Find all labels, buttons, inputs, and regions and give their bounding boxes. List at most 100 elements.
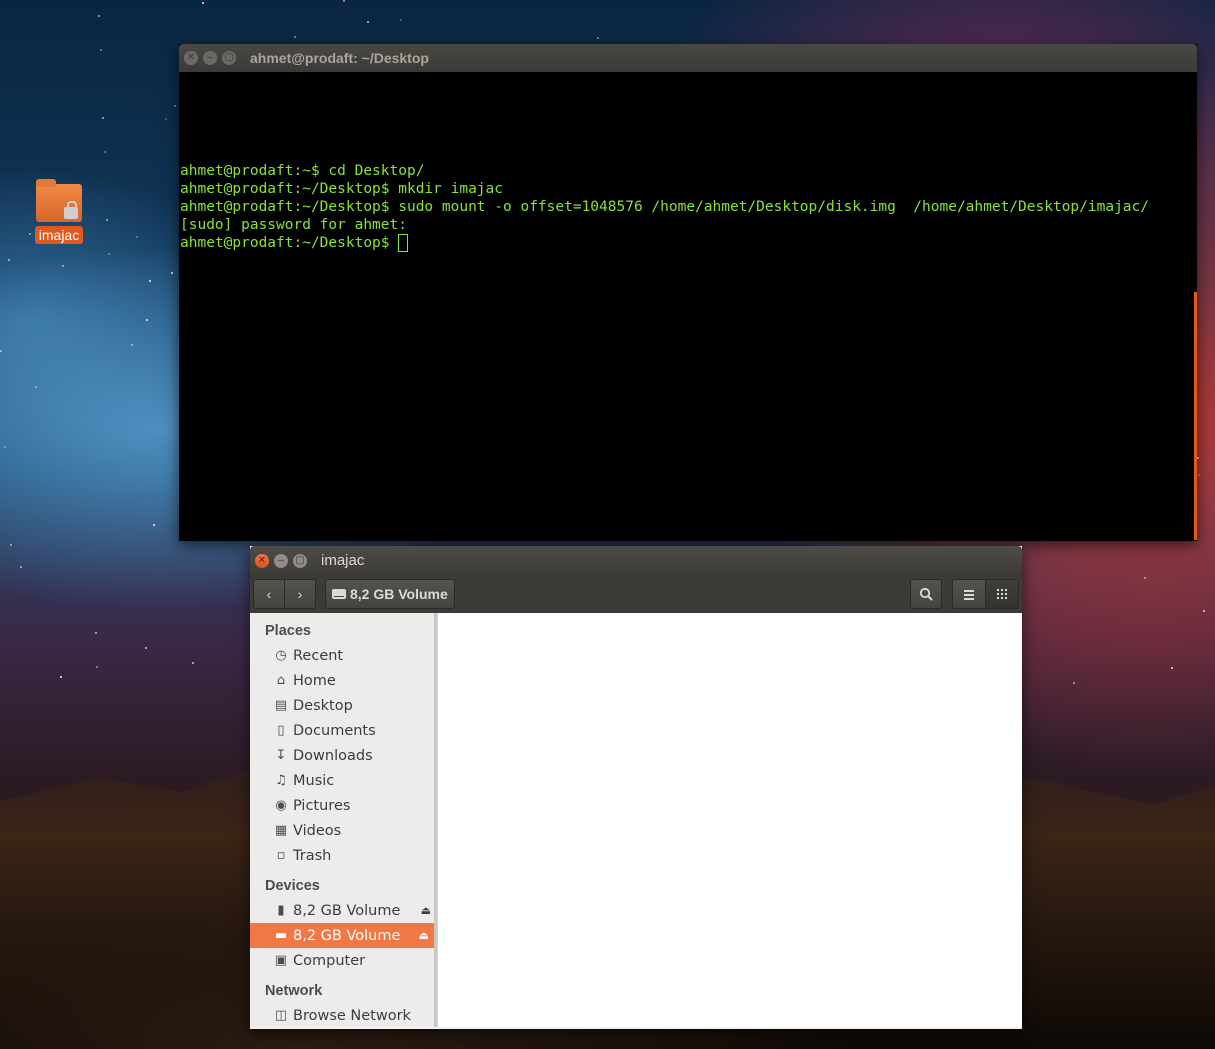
eject-icon[interactable]: ⏏ [421,904,431,917]
star-decoration [146,319,148,321]
star-decoration [1197,457,1199,459]
search-icon [919,587,933,601]
minimize-button[interactable]: – [274,553,288,568]
sidebar-item-home[interactable]: ⌂ Home [250,668,437,693]
chevron-left-icon: ‹ [266,586,272,602]
terminal-cursor [398,234,409,252]
terminal-prompt: ahmet@prodaft:~/Desktop$ [180,235,399,251]
sidebar-item-recent[interactable]: ◷ Recent [250,643,437,668]
desktop-icon-label: imajac [34,226,84,244]
sidebar-item-usb-volume[interactable]: ▮ 8,2 GB Volume ⏏ [250,898,437,923]
file-manager-window[interactable]: ✕ – ▢ imajac ‹ › 8,2 GB Volume Places ◷ … [250,546,1022,1029]
usb-drive-icon: ▮ [277,903,285,918]
sidebar: Places ◷ Recent ⌂ Home ▤ Desktop ▯ Documents… [250,613,438,1027]
star-decoration [1073,682,1075,684]
star-decoration [400,19,402,21]
star-decoration [100,49,102,51]
grid-icon [997,589,1007,599]
terminal-output[interactable]: ahmet@prodaft:~$ cd Desktop/ahmet@prodaf… [179,72,1197,252]
desktop-folder-imajac[interactable]: imajac [32,179,86,245]
chevron-right-icon: › [297,586,303,602]
sidebar-item-documents[interactable]: ▯ Documents [250,718,437,743]
maximize-button[interactable]: ▢ [293,553,307,568]
camera-icon: ◉ [275,798,287,813]
maximize-button[interactable]: ▢ [222,51,236,65]
folder-icon: ▤ [274,698,288,713]
terminal-titlebar[interactable]: ✕ – ▢ ahmet@prodaft: ~/Desktop [179,44,1197,72]
back-button[interactable]: ‹ [253,579,285,609]
star-decoration [102,117,104,119]
star-decoration [294,36,296,38]
terminal-line: ahmet@prodaft:~/Desktop$ mkdir imajac [180,181,504,197]
sidebar-item-downloads[interactable]: ↧ Downloads [250,743,437,768]
terminal-scrollbar[interactable] [1194,292,1197,540]
star-decoration [145,647,147,649]
clock-icon: ◷ [275,648,287,663]
star-decoration [10,544,12,546]
sidebar-heading-devices: Devices [265,878,320,894]
search-button[interactable] [910,579,942,609]
star-decoration [1144,577,1146,579]
terminal-line: [sudo] password for ahmet: [180,217,407,233]
list-view-button[interactable] [952,579,986,609]
music-icon: ♫ [275,773,287,788]
star-decoration [96,666,98,668]
star-decoration [171,272,173,274]
harddisk-icon [332,589,346,599]
minimize-button[interactable]: – [203,51,217,65]
star-decoration [95,632,97,634]
sidebar-item-videos[interactable]: ▦ Videos [250,818,437,843]
star-decoration [136,236,138,238]
star-decoration [20,566,22,568]
star-decoration [35,386,37,388]
path-bar-label: 8,2 GB Volume [350,586,448,602]
harddisk-icon: ▬ [274,928,288,943]
star-decoration [98,15,100,17]
terminal-line: ahmet@prodaft:~/Desktop$ sudo mount -o o… [180,199,1150,215]
sidebar-item-music[interactable]: ♫ Music [250,768,437,793]
sidebar-scrollbar[interactable] [434,613,437,1027]
star-decoration [106,219,108,221]
sidebar-item-trash[interactable]: ▫ Trash [250,843,437,868]
star-decoration [29,233,31,235]
close-button[interactable]: ✕ [184,51,198,65]
close-button[interactable]: ✕ [255,553,269,568]
trash-icon: ▫ [276,848,286,863]
sidebar-item-volume-selected[interactable]: ▬ 8,2 GB Volume ⏏ [250,923,435,948]
star-decoration [60,676,62,678]
path-bar-volume-button[interactable]: 8,2 GB Volume [325,579,455,609]
sidebar-item-desktop[interactable]: ▤ Desktop [250,693,437,718]
eject-icon[interactable]: ⏏ [419,929,429,942]
file-manager-titlebar[interactable]: ✕ – ▢ imajac [250,546,1022,575]
star-decoration [597,37,599,39]
star-decoration [1171,667,1173,669]
star-decoration [202,2,204,4]
star-decoration [8,259,10,261]
star-decoration [192,662,194,664]
star-decoration [104,151,106,153]
terminal-line: ahmet@prodaft:~$ cd Desktop/ [180,163,425,179]
forward-button[interactable]: › [285,579,316,609]
star-decoration [1203,610,1205,612]
sidebar-item-computer[interactable]: ▣ Computer [250,948,437,973]
star-decoration [165,118,167,120]
film-icon: ▦ [274,823,288,838]
file-manager-toolbar: ‹ › 8,2 GB Volume [250,575,1022,613]
star-decoration [367,21,369,23]
download-icon: ↧ [275,748,287,763]
file-manager-title: imajac [321,552,365,569]
star-decoration [153,524,155,526]
star-decoration [131,344,133,346]
grid-view-button[interactable] [986,579,1019,609]
terminal-window[interactable]: ✕ – ▢ ahmet@prodaft: ~/Desktop ahmet@pro… [179,44,1197,541]
star-decoration [62,265,64,267]
file-view-area[interactable] [438,613,1022,1027]
document-icon: ▯ [277,723,285,738]
star-decoration [108,253,110,255]
terminal-title: ahmet@prodaft: ~/Desktop [250,50,429,66]
sidebar-item-pictures[interactable]: ◉ Pictures [250,793,437,818]
star-decoration [4,446,6,448]
star-decoration [343,0,345,2]
sidebar-item-browse-network[interactable]: ◫ Browse Network [250,1003,437,1027]
terminal-prompt-line: ahmet@prodaft:~/Desktop$ [180,234,1197,252]
